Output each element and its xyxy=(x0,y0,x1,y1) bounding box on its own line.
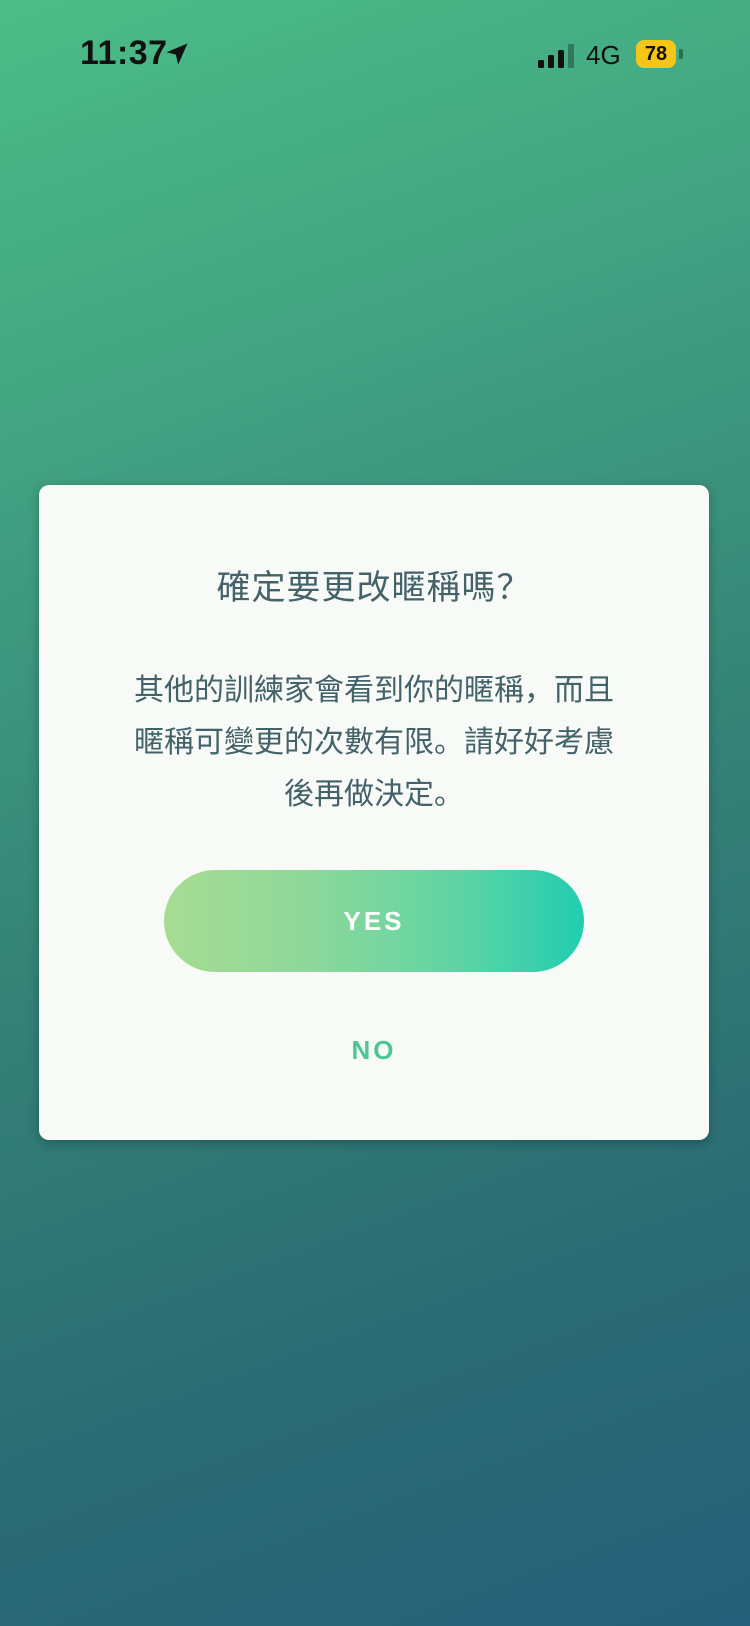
dialog-message-line: 暱稱可變更的次數有限。請好好考慮 xyxy=(134,725,614,760)
dialog-message-line: 後再做決定。 xyxy=(284,777,464,812)
status-bar: 11:37 4G 78 xyxy=(0,0,750,110)
status-time: 11:37 xyxy=(80,34,168,72)
battery-level: 78 xyxy=(636,40,676,68)
yes-button[interactable]: YES xyxy=(164,870,584,972)
cellular-signal-icon xyxy=(538,44,574,68)
dialog-title: 確定要更改暱稱嗎？ xyxy=(216,568,532,608)
confirm-nickname-dialog: 確定要更改暱稱嗎？ 其他的訓練家會看到你的暱稱，而且 暱稱可變更的次數有限。請好… xyxy=(39,485,709,1140)
network-type: 4G xyxy=(586,40,621,70)
location-arrow-icon xyxy=(166,43,188,65)
dialog-message-line: 其他的訓練家會看到你的暱稱，而且 xyxy=(134,673,614,708)
battery-icon: 78 xyxy=(636,40,684,68)
battery-tip xyxy=(679,49,683,59)
no-button[interactable]: NO xyxy=(304,1025,444,1075)
dialog-message: 其他的訓練家會看到你的暱稱，而且 暱稱可變更的次數有限。請好好考慮 後再做決定。 xyxy=(99,665,649,821)
